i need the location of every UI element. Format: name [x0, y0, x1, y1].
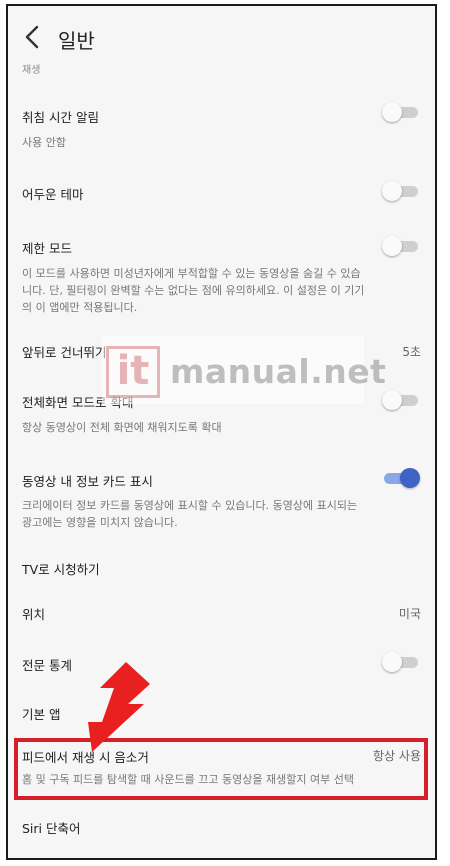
skip-forward-back-value[interactable]: 5초 [402, 343, 421, 360]
location-value[interactable]: 미국 [399, 605, 421, 622]
restricted-mode-description: 이 모드를 사용하면 미성년자에게 부적합할 수 있는 동영상을 숨길 수 있습… [22, 267, 365, 314]
watermark-logo: it [106, 346, 160, 398]
bedtime-reminder-label: 취침 시간 알림 [22, 110, 99, 125]
watermark: it manual.net [102, 336, 386, 404]
dark-theme-label: 어두운 테마 [22, 187, 84, 202]
bedtime-reminder-toggle[interactable] [382, 102, 420, 122]
dark-theme-toggle[interactable] [382, 181, 420, 201]
zoom-fullscreen-toggle[interactable] [382, 390, 420, 410]
restricted-mode-label: 제한 모드 [22, 241, 72, 256]
watch-on-tv-label[interactable]: TV로 시청하기 [22, 559, 100, 578]
info-cards-label: 동영상 내 정보 카드 표시 [22, 474, 153, 489]
top-bar: 일반 [8, 6, 435, 66]
clipped-row-label: 재생 [22, 65, 41, 76]
info-cards-toggle[interactable] [382, 468, 420, 488]
restricted-mode-toggle[interactable] [382, 236, 420, 256]
location-label: 위치 [22, 607, 46, 622]
watermark-text: manual.net [170, 352, 387, 391]
siri-shortcuts-label[interactable]: Siri 단축어 [22, 818, 81, 837]
default-apps-label[interactable]: 기본 앱 [22, 704, 60, 723]
red-arrow-icon [88, 662, 150, 752]
zoom-fullscreen-description: 항상 동영상이 전체 화면에 채워지도록 확대 [22, 421, 222, 434]
settings-screen: 일반 재생 취침 시간 알림 사용 안함 어두운 테마 제한 모드 이 모드를 … [6, 4, 437, 860]
stats-for-nerds-label: 전문 통계 [22, 658, 72, 673]
skip-forward-back-label: 앞뒤로 건너뛰기 [22, 345, 107, 360]
page-title: 일반 [58, 29, 95, 53]
back-arrow-icon[interactable] [22, 24, 44, 50]
stats-for-nerds-toggle[interactable] [382, 652, 420, 672]
info-cards-description: 크리에이터 정보 카드를 동영상에 표시할 수 있습니다. 동영상에 표시되는 … [22, 499, 358, 529]
bedtime-reminder-status: 사용 안함 [22, 136, 66, 149]
